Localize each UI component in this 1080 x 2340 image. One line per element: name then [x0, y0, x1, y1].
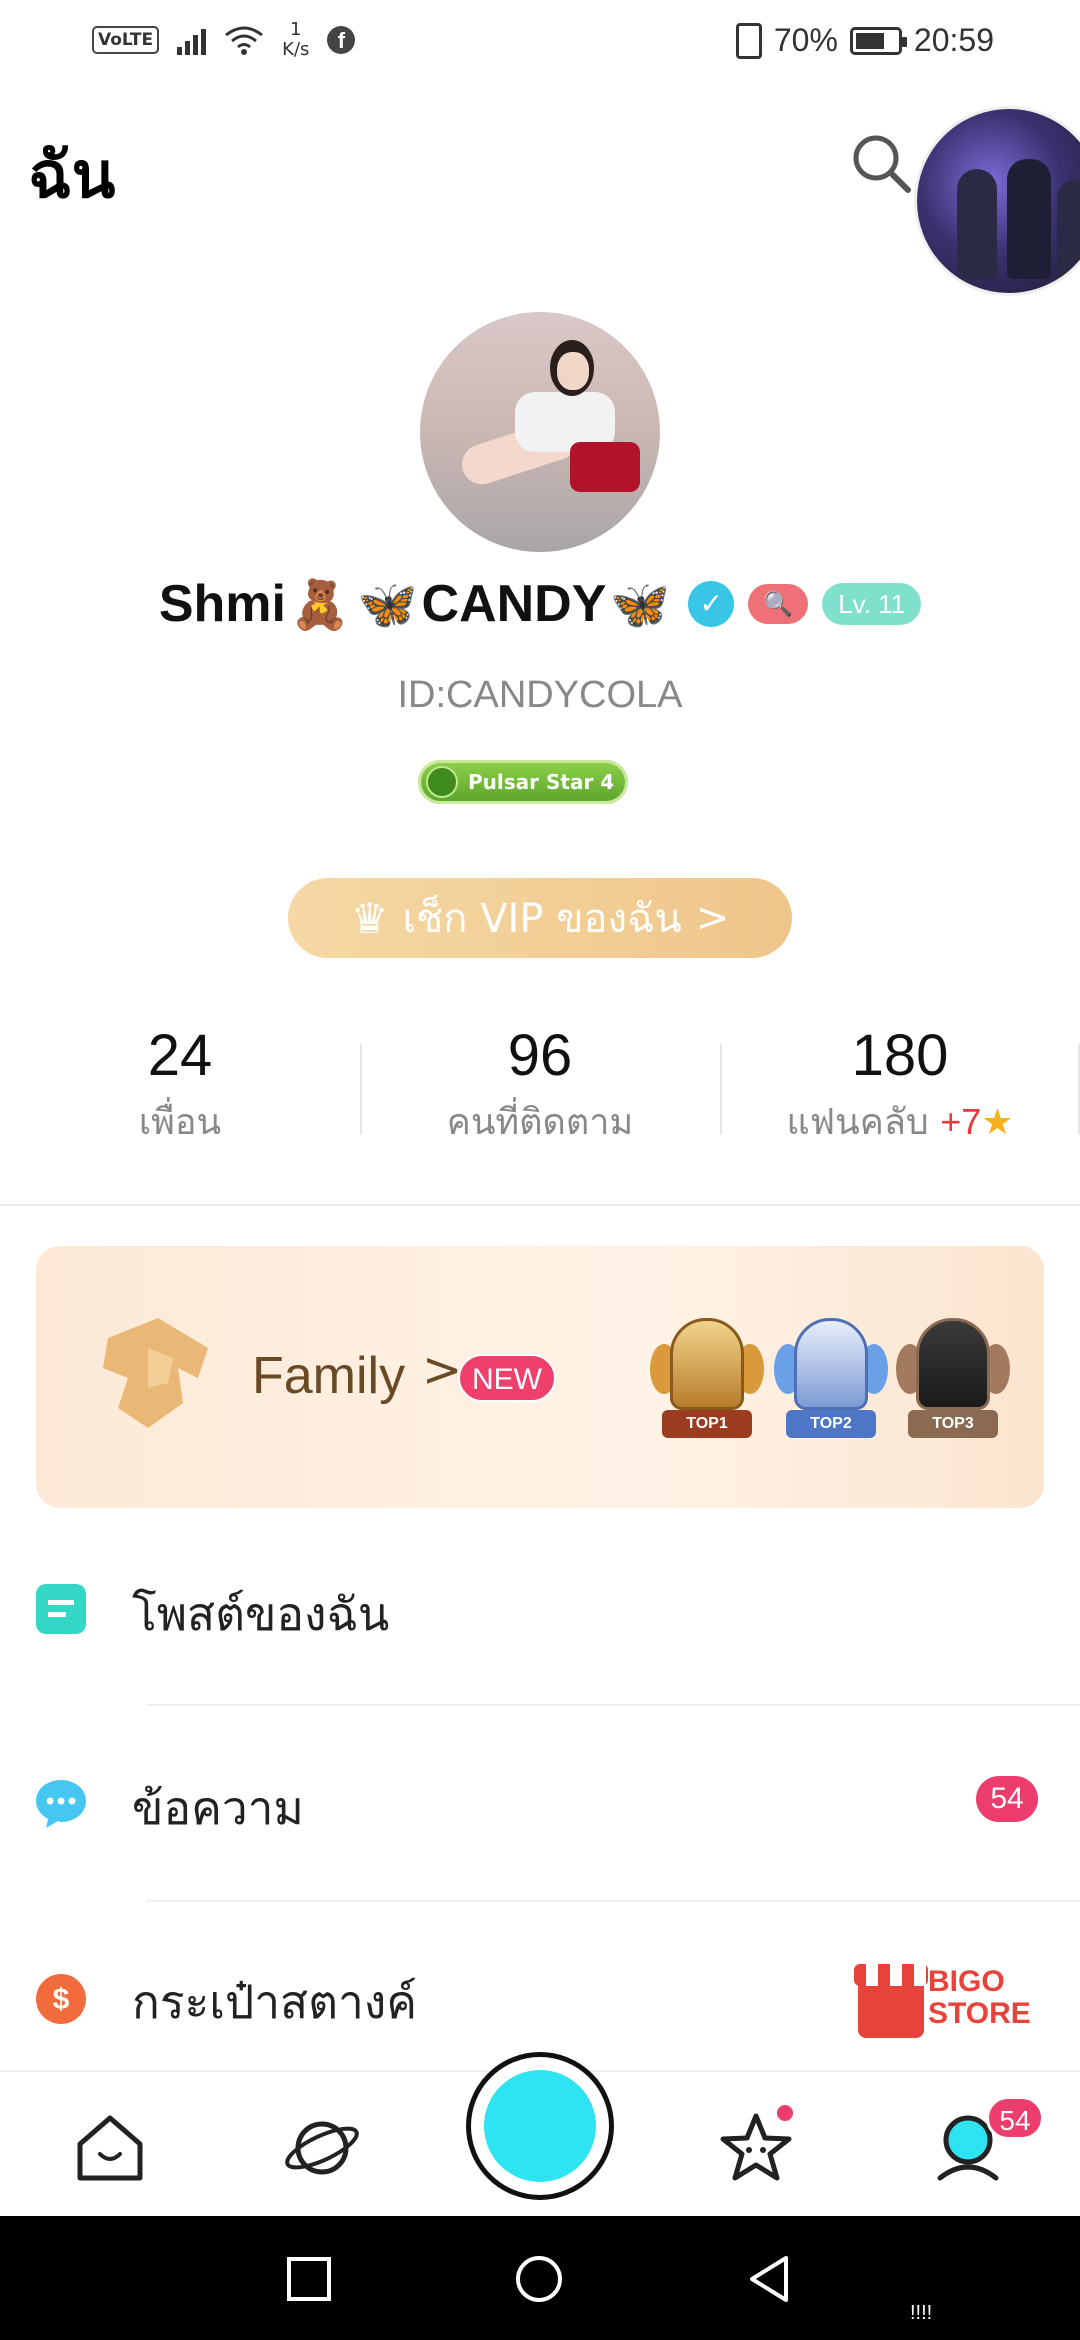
star-icon: ★ — [981, 1102, 1014, 1143]
menu-label: ข้อความ — [132, 1781, 304, 1835]
stat-following[interactable]: 96 คนที่ติดตาม — [360, 1022, 720, 1162]
me-badge: 54 — [986, 2096, 1044, 2140]
post-icon — [36, 1584, 86, 1634]
lion-icon — [103, 1318, 208, 1428]
network-speed: 1 K/s — [282, 20, 309, 60]
pulsar-label: Pulsar Star 4 — [468, 770, 615, 794]
page-title: ฉัน — [28, 139, 116, 213]
medal-label: TOP3 — [908, 1410, 998, 1438]
status-right: 70% 20:59 — [735, 22, 994, 59]
pulsar-star-badge[interactable]: Pulsar Star 4 — [418, 760, 628, 804]
stat-value: 24 — [147, 1023, 213, 1088]
vip-label: เช็ก VIP ของฉัน — [402, 896, 682, 942]
medal-label: TOP1 — [662, 1410, 752, 1438]
wifi-icon — [225, 26, 264, 55]
home-icon[interactable] — [70, 2108, 150, 2188]
speed-unit: K/s — [282, 39, 310, 60]
new-badge: NEW — [458, 1354, 556, 1402]
bigo-line-2: STORE — [928, 1997, 1031, 2030]
recents-icon[interactable] — [284, 2254, 334, 2304]
battery-percent: 70% — [773, 22, 838, 58]
search-icon[interactable] — [848, 130, 914, 196]
wallet-icon: $ — [36, 1974, 86, 2024]
name-part-1: Shmi — [158, 575, 286, 633]
pulsar-icon — [426, 766, 458, 798]
bigo-store-label: BIGO STORE — [928, 1966, 1031, 2030]
profile-name-row: Shmi 🧸 🦋 CANDY 🦋 ✓ 🔍 Lv. 11 — [0, 574, 1080, 634]
bear-emoji: 🧸 — [289, 578, 350, 632]
signal-icon — [177, 25, 207, 55]
menu-label: โพสต์ของฉัน — [132, 1587, 390, 1641]
bottom-nav: 54 — [0, 2052, 1080, 2216]
live-button[interactable] — [466, 2052, 614, 2200]
butterfly-emoji: 🦋 — [357, 578, 418, 632]
search-badge-icon[interactable]: 🔍 — [748, 584, 809, 624]
family-label: Family — [252, 1347, 406, 1405]
bigo-store-promo[interactable]: BIGO STORE — [854, 1958, 1038, 2044]
butterfly-emoji: 🦋 — [610, 578, 671, 632]
stats-row: 24 เพื่อน 96 คนที่ติดตาม 180 แฟนคลับ +7★ — [0, 1022, 1080, 1162]
stat-friends[interactable]: 24 เพื่อน — [0, 1022, 360, 1162]
top3-medal-icon: TOP3 — [896, 1318, 1010, 1442]
live-button-core — [484, 2070, 596, 2182]
home-system-icon[interactable] — [514, 2254, 564, 2304]
store-awning — [854, 1964, 928, 1986]
speed-value: 1 — [290, 19, 302, 40]
vibrate-icon — [735, 22, 762, 59]
notification-dot — [774, 2102, 796, 2124]
volte-indicator: VoLTE — [92, 26, 160, 54]
family-card[interactable]: Family > NEW TOP1 TOP2 TOP3 — [36, 1246, 1044, 1508]
crown-icon: ♛ — [350, 893, 389, 943]
profile-avatar[interactable] — [420, 312, 660, 552]
level-badge[interactable]: Lv. 11 — [822, 583, 922, 625]
floating-live-avatar[interactable] — [914, 106, 1080, 296]
stat-label: คนที่ติดตาม — [446, 1102, 634, 1143]
profile-name: Shmi 🧸 🦋 CANDY 🦋 — [159, 574, 674, 634]
user-id: ID:CANDYCOLA — [397, 674, 683, 716]
stat-fans[interactable]: 180 แฟนคลับ +7★ — [720, 1022, 1080, 1162]
clock: 20:59 — [913, 22, 994, 58]
status-left: VoLTE 1 K/s f — [92, 20, 356, 60]
svg-text:$: $ — [53, 1983, 70, 2016]
medal-label: TOP2 — [786, 1410, 876, 1438]
stat-label: เพื่อน — [138, 1102, 222, 1143]
battery-icon — [849, 26, 907, 55]
back-icon[interactable] — [744, 2254, 794, 2304]
top2-medal-icon: TOP2 — [774, 1318, 888, 1442]
unread-count-badge: 54 — [976, 1776, 1038, 1822]
stat-label-row: แฟนคลับ +7★ — [720, 1093, 1080, 1150]
status-bar: VoLTE 1 K/s f 70% 20:59 — [0, 0, 1080, 86]
stat-value: 180 — [851, 1023, 949, 1088]
vip-button[interactable]: ♛ เช็ก VIP ของฉัน > — [288, 878, 792, 958]
fans-increase: +7 — [940, 1101, 982, 1142]
bigo-line-1: BIGO — [928, 1965, 1005, 1998]
facebook-icon: f — [327, 26, 356, 54]
system-extra-text: !!!! — [910, 2302, 933, 2324]
explore-icon[interactable] — [282, 2108, 362, 2188]
verified-badge-icon[interactable]: ✓ — [688, 581, 735, 627]
menu-item-messages[interactable]: ข้อความ 54 — [0, 1706, 1080, 1902]
divider — [0, 1204, 1080, 1206]
menu-label: กระเป๋าสตางค์ — [132, 1975, 418, 2029]
name-part-2: CANDY — [421, 575, 607, 633]
stat-label: แฟนคลับ — [786, 1102, 929, 1143]
system-nav-bar: !!!! — [0, 2216, 1080, 2340]
top1-medal-icon: TOP1 — [650, 1318, 764, 1442]
message-icon — [36, 1780, 86, 1828]
menu-item-posts[interactable]: โพสต์ของฉัน — [0, 1512, 1080, 1708]
stat-value: 96 — [507, 1023, 573, 1088]
chevron-right-icon: > — [695, 895, 730, 941]
chevron-right-icon: > — [422, 1342, 463, 1398]
